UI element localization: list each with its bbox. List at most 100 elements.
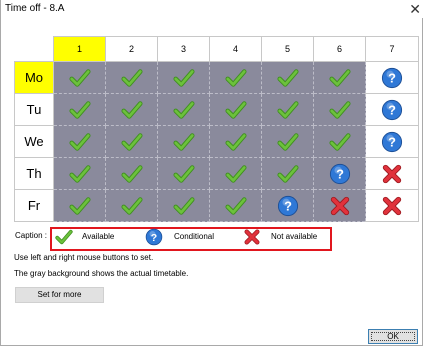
timetable-row: Fr? xyxy=(14,189,419,222)
checkmark-icon xyxy=(172,67,195,89)
time-off-dialog: Time off - 8.A ✕ 1234567 Mo? Tu? We? Th? Fr?… xyxy=(0,0,424,346)
timeslot-cell[interactable] xyxy=(365,189,419,222)
svg-text:?: ? xyxy=(388,102,396,117)
checkmark-icon xyxy=(276,67,299,89)
caption-label: Caption : xyxy=(15,231,48,240)
question-icon: ? xyxy=(329,163,351,185)
timeslot-cell[interactable] xyxy=(365,157,419,190)
timeslot-cell[interactable] xyxy=(105,157,158,190)
timeslot-cell[interactable] xyxy=(157,61,210,94)
svg-text:?: ? xyxy=(284,198,292,213)
question-icon: ? xyxy=(381,99,403,121)
timeslot-cell[interactable] xyxy=(209,157,262,190)
timetable-row: We? xyxy=(14,125,419,158)
timeslot-cell[interactable] xyxy=(261,157,314,190)
timeslot-cell[interactable]: ? xyxy=(365,125,419,158)
legend-not-available-label: Not available xyxy=(271,232,318,241)
set-for-more-button[interactable]: Set for more xyxy=(15,287,104,303)
timeslot-cell[interactable] xyxy=(313,189,366,222)
column-header-6[interactable]: 6 xyxy=(313,36,366,62)
checkmark-icon xyxy=(276,163,299,185)
timeslot-cell[interactable] xyxy=(105,61,158,94)
timeslot-cell[interactable] xyxy=(313,61,366,94)
close-icon[interactable]: ✕ xyxy=(409,0,421,18)
column-header-4[interactable]: 4 xyxy=(209,36,262,62)
checkmark-icon xyxy=(120,67,143,89)
timeslot-cell[interactable] xyxy=(105,125,158,158)
timeslot-cell[interactable]: ? xyxy=(365,61,419,94)
checkmark-icon xyxy=(68,195,91,217)
timeslot-cell[interactable] xyxy=(53,93,106,126)
hint-gray-background: The gray background shows the actual tim… xyxy=(14,269,189,278)
row-header-th[interactable]: Th xyxy=(14,157,54,190)
timetable-row: Th? xyxy=(14,157,419,190)
checkmark-icon xyxy=(276,131,299,153)
timeslot-cell[interactable] xyxy=(261,125,314,158)
timeslot-cell[interactable] xyxy=(157,189,210,222)
timeslot-cell[interactable] xyxy=(209,125,262,158)
svg-text:?: ? xyxy=(388,134,396,149)
checkmark-icon xyxy=(120,131,143,153)
checkmark-icon xyxy=(224,99,247,121)
column-header-2[interactable]: 2 xyxy=(105,36,158,62)
ok-button[interactable]: OK xyxy=(368,329,418,344)
timeslot-cell[interactable] xyxy=(53,157,106,190)
checkmark-icon xyxy=(120,163,143,185)
checkmark-icon xyxy=(224,163,247,185)
checkmark-icon xyxy=(276,99,299,121)
timeslot-cell[interactable] xyxy=(209,93,262,126)
timeslot-cell[interactable] xyxy=(105,93,158,126)
question-icon: ? xyxy=(381,67,403,89)
cross-icon xyxy=(381,195,403,217)
checkmark-icon xyxy=(224,131,247,153)
timeslot-cell[interactable] xyxy=(157,93,210,126)
checkmark-icon xyxy=(120,99,143,121)
row-header-mo[interactable]: Mo xyxy=(14,61,54,94)
checkmark-icon xyxy=(68,99,91,121)
checkmark-icon xyxy=(328,67,351,89)
timetable-row: Mo? xyxy=(14,61,419,94)
timeslot-cell[interactable] xyxy=(261,93,314,126)
row-header-tu[interactable]: Tu xyxy=(14,93,54,126)
checkmark-icon xyxy=(55,228,73,246)
timeslot-cell[interactable] xyxy=(313,125,366,158)
window-title: Time off - 8.A xyxy=(5,3,65,14)
row-header-we[interactable]: We xyxy=(14,125,54,158)
timeslot-cell[interactable]: ? xyxy=(365,93,419,126)
timeslot-cell[interactable] xyxy=(209,61,262,94)
checkmark-icon xyxy=(172,163,195,185)
checkmark-icon xyxy=(328,99,351,121)
row-header-fr[interactable]: Fr xyxy=(14,189,54,222)
timeslot-cell[interactable] xyxy=(157,157,210,190)
timeslot-cell[interactable] xyxy=(209,189,262,222)
checkmark-icon xyxy=(68,67,91,89)
checkmark-icon xyxy=(224,67,247,89)
timeslot-cell[interactable]: ? xyxy=(261,189,314,222)
timeslot-cell[interactable] xyxy=(261,61,314,94)
checkmark-icon xyxy=(68,163,91,185)
cross-icon xyxy=(329,195,351,217)
checkmark-icon xyxy=(68,131,91,153)
checkmark-icon xyxy=(328,131,351,153)
column-header-3[interactable]: 3 xyxy=(157,36,210,62)
timeslot-cell[interactable] xyxy=(157,125,210,158)
timeslot-cell[interactable] xyxy=(313,93,366,126)
timeslot-cell[interactable] xyxy=(105,189,158,222)
timeslot-cell[interactable] xyxy=(53,189,106,222)
svg-text:?: ? xyxy=(388,70,396,85)
grid-corner xyxy=(14,36,54,62)
hint-mouse-buttons: Use left and right mouse buttons to set. xyxy=(14,253,154,262)
cross-icon xyxy=(243,228,261,246)
column-header-5[interactable]: 5 xyxy=(261,36,314,62)
column-header-7[interactable]: 7 xyxy=(365,36,419,62)
timeslot-cell[interactable] xyxy=(53,61,106,94)
timeslot-cell[interactable]: ? xyxy=(313,157,366,190)
legend-conditional-label: Conditional xyxy=(174,232,215,241)
checkmark-icon xyxy=(224,195,247,217)
column-header-1[interactable]: 1 xyxy=(53,36,106,62)
question-icon: ? xyxy=(145,228,163,246)
timetable-row: Tu? xyxy=(14,93,419,126)
svg-text:?: ? xyxy=(336,166,344,181)
timeslot-cell[interactable] xyxy=(53,125,106,158)
checkmark-icon xyxy=(172,131,195,153)
